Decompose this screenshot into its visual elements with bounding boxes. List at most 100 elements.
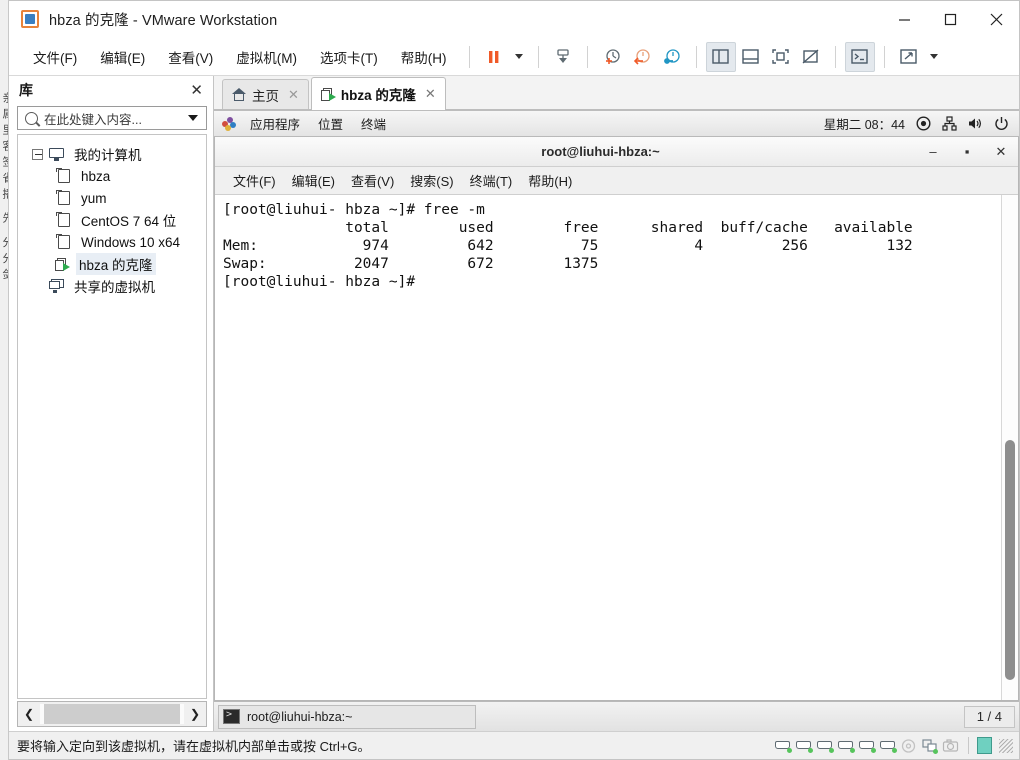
- guest-screen[interactable]: 应用程序 位置 终端 星期二 08：44 root@liuhui-hbza:~ …: [214, 110, 1019, 731]
- send-ctrl-alt-del-icon[interactable]: [844, 41, 875, 72]
- menu-help-label: 帮助(H): [400, 50, 447, 66]
- tree-item-hbza[interactable]: hbza: [18, 165, 206, 187]
- close-icon[interactable]: ✕: [186, 83, 207, 98]
- menu-file-label: 文件(F): [33, 50, 78, 66]
- vmware-icon: [21, 10, 39, 28]
- terminal-menu-help[interactable]: 帮助(H): [520, 169, 580, 192]
- close-icon[interactable]: ✕: [288, 87, 299, 103]
- network-adapter-device-icon[interactable]: [816, 738, 834, 754]
- chevron-left-icon[interactable]: ❮: [18, 703, 40, 725]
- resize-grip-icon[interactable]: [999, 738, 1013, 753]
- cd-dvd-device-icon[interactable]: [795, 738, 813, 754]
- gnome-terminal-window: root@liuhui-hbza:~ – ▪ ✕ 文件(F) 编辑(E) 查看(…: [214, 137, 1019, 701]
- recording-indicator-icon[interactable]: [915, 116, 931, 132]
- menu-help[interactable]: 帮助(H): [391, 43, 457, 71]
- maximize-button[interactable]: [927, 1, 973, 37]
- workspace-switcher[interactable]: 1 / 4: [963, 705, 1015, 728]
- usb-device-icon[interactable]: [837, 738, 855, 754]
- gnome-menu-places[interactable]: 位置: [309, 114, 352, 133]
- menu-vm-label: 虚拟机(M): [236, 50, 297, 66]
- vm-icon: [56, 212, 70, 227]
- tree-item-shared-vms[interactable]: 共享的虚拟机: [18, 275, 206, 297]
- menu-tabs[interactable]: 选项卡(T): [310, 43, 388, 71]
- menu-file[interactable]: 文件(F): [23, 43, 87, 71]
- search-placeholder: 在此处键入内容...: [44, 112, 142, 127]
- terminal-menu-file[interactable]: 文件(F): [225, 169, 284, 192]
- content-area: 主页 ✕ hbza 的克隆 ✕ 应用程序 位置 终端 星期二 08：44 roo…: [214, 76, 1019, 731]
- take-snapshot-icon[interactable]: [597, 42, 627, 72]
- network-icon[interactable]: [941, 116, 957, 132]
- printer-device-icon[interactable]: [879, 738, 897, 754]
- pause-icon[interactable]: [479, 42, 509, 72]
- gnome-menu-terminal[interactable]: 终端: [352, 114, 395, 133]
- terminal-menu-terminal[interactable]: 终端(T): [462, 169, 521, 192]
- terminal-menu-bar: 文件(F) 编辑(E) 查看(V) 搜索(S) 终端(T) 帮助(H): [215, 167, 1018, 195]
- toolbar-separator: [834, 45, 836, 68]
- sound-card-device-icon[interactable]: [858, 738, 876, 754]
- show-library-panel-icon[interactable]: [705, 41, 736, 72]
- collapse-icon[interactable]: [32, 148, 43, 160]
- menu-view-label: 查看(V): [168, 50, 214, 66]
- menu-vm[interactable]: 虚拟机(M): [226, 43, 307, 71]
- chevron-down-icon[interactable]: [929, 54, 938, 59]
- show-console-view-icon[interactable]: [736, 42, 766, 72]
- toolbar-separator: [883, 45, 885, 68]
- revert-snapshot-icon[interactable]: [627, 42, 657, 72]
- tree-item-yum[interactable]: yum: [18, 187, 206, 209]
- chevron-down-icon[interactable]: [514, 54, 523, 59]
- tree-item-label: CentOS 7 64 位: [81, 214, 177, 229]
- minimize-button[interactable]: [881, 1, 927, 37]
- tree-item-windows10[interactable]: Windows 10 x64: [18, 231, 206, 253]
- gnome-clock[interactable]: 星期二 08：44: [824, 114, 905, 133]
- terminal-minimize-button[interactable]: –: [916, 144, 950, 159]
- power-icon[interactable]: [993, 116, 1009, 132]
- search-input[interactable]: 在此处键入内容...: [17, 106, 207, 130]
- tree-item-hbza-clone[interactable]: hbza 的克隆: [18, 253, 206, 275]
- terminal-output[interactable]: [root@liuhui- hbza ~]# free -m total use…: [215, 195, 1001, 700]
- chevron-right-icon[interactable]: ❯: [184, 703, 206, 725]
- manage-snapshot-icon[interactable]: [657, 42, 687, 72]
- window-title: hbza 的克隆 - VMware Workstation: [49, 12, 278, 29]
- toolbar-separator: [537, 45, 539, 68]
- gnome-bottom-taskbar: root@liuhui-hbza:~ 1 / 4: [214, 701, 1019, 731]
- tab-hbza-clone[interactable]: hbza 的克隆 ✕: [310, 77, 446, 110]
- scrollbar-thumb[interactable]: [1005, 440, 1015, 680]
- display-device-icon[interactable]: [900, 738, 918, 754]
- shared-vms-icon: [49, 279, 64, 293]
- scrollbar-track[interactable]: [40, 704, 184, 724]
- stretch-guest-icon[interactable]: [894, 42, 924, 72]
- search-icon: [25, 111, 38, 125]
- close-icon[interactable]: ✕: [425, 86, 436, 102]
- tree-item-centos7[interactable]: CentOS 7 64 位: [18, 209, 206, 231]
- terminal-maximize-button[interactable]: ▪: [950, 144, 984, 159]
- shared-folders-device-icon[interactable]: [921, 738, 939, 754]
- library-horizontal-scrollbar[interactable]: ❮ ❯: [17, 701, 207, 727]
- snapshot-manager-icon[interactable]: [548, 42, 578, 72]
- volume-icon[interactable]: [967, 116, 983, 132]
- close-button[interactable]: [973, 1, 1019, 37]
- gnome-top-panel: 应用程序 位置 终端 星期二 08：44: [214, 111, 1019, 137]
- tab-hbza-clone-label: hbza 的克隆: [340, 88, 416, 103]
- tab-home[interactable]: 主页 ✕: [222, 79, 309, 109]
- scrollbar-thumb[interactable]: [44, 704, 180, 724]
- terminal-menu-edit[interactable]: 编辑(E): [284, 169, 343, 192]
- terminal-close-button[interactable]: ✕: [984, 144, 1018, 160]
- status-device-icons: [774, 737, 1019, 754]
- vm-icon: [56, 190, 70, 205]
- terminal-menu-view[interactable]: 查看(V): [343, 169, 402, 192]
- terminal-body[interactable]: [root@liuhui- hbza ~]# free -m total use…: [215, 195, 1018, 700]
- home-icon: [232, 88, 246, 101]
- chevron-down-icon[interactable]: [188, 115, 198, 121]
- hard-disk-device-icon[interactable]: [774, 738, 792, 754]
- camera-device-icon[interactable]: [942, 738, 960, 754]
- terminal-scrollbar[interactable]: [1001, 195, 1018, 700]
- taskbar-item-terminal[interactable]: root@liuhui-hbza:~: [218, 704, 476, 729]
- sticky-note-icon[interactable]: [977, 737, 992, 754]
- unity-mode-icon[interactable]: [796, 42, 826, 72]
- menu-view[interactable]: 查看(V): [158, 43, 223, 71]
- terminal-menu-search[interactable]: 搜索(S): [402, 169, 461, 192]
- tree-item-my-computer[interactable]: 我的计算机: [18, 143, 206, 165]
- gnome-menu-applications[interactable]: 应用程序: [241, 114, 309, 133]
- menu-edit[interactable]: 编辑(E): [90, 43, 155, 71]
- enter-fullscreen-icon[interactable]: [766, 42, 796, 72]
